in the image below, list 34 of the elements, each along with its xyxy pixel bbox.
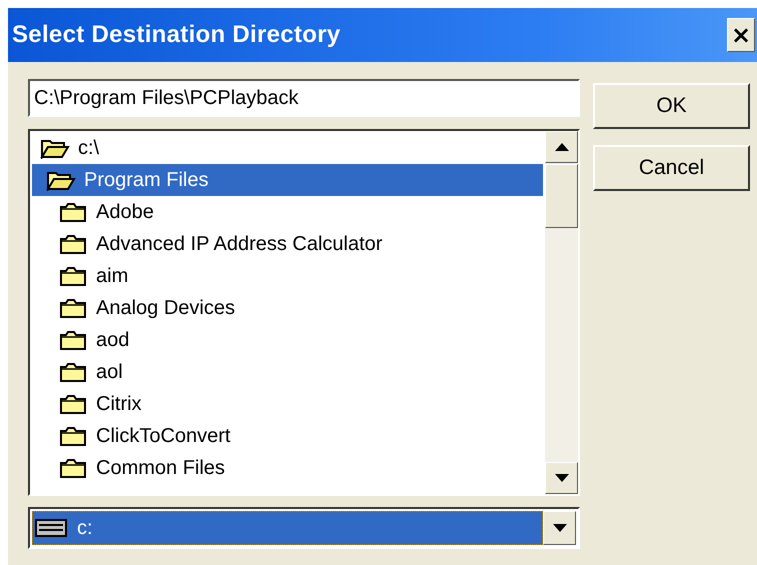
close-button[interactable]: × bbox=[727, 18, 755, 52]
folder-icon bbox=[58, 425, 88, 447]
folder-icon bbox=[58, 201, 88, 223]
drive-dropdown[interactable]: c: bbox=[28, 507, 580, 549]
open-folder-icon bbox=[40, 137, 70, 159]
path-field[interactable]: C:\Program Files\PCPlayback bbox=[28, 79, 580, 117]
folder-row[interactable]: Common Files bbox=[32, 452, 543, 484]
scroll-up-icon[interactable] bbox=[545, 131, 578, 163]
folder-icon bbox=[58, 233, 88, 255]
folder-row[interactable]: aim bbox=[32, 260, 543, 292]
scrollbar[interactable] bbox=[545, 131, 578, 494]
folder-icon bbox=[58, 297, 88, 319]
scroll-thumb[interactable] bbox=[545, 164, 578, 228]
dialog-button[interactable]: Cancel bbox=[593, 145, 750, 191]
drive-icon bbox=[35, 518, 67, 538]
drive-label: c: bbox=[77, 516, 93, 540]
folder-row[interactable]: Analog Devices bbox=[32, 292, 543, 324]
scroll-down-icon[interactable] bbox=[545, 462, 578, 494]
open-folder-icon bbox=[46, 169, 76, 191]
folder-icon bbox=[58, 329, 88, 351]
folder-icon bbox=[58, 393, 88, 415]
folder-row[interactable]: c:\ bbox=[32, 132, 543, 164]
folder-row[interactable]: Citrix bbox=[32, 388, 543, 420]
window-title: Select Destination Directory bbox=[12, 21, 340, 49]
folder-row[interactable]: aol bbox=[32, 356, 543, 388]
dialog-button[interactable]: OK bbox=[593, 83, 750, 129]
folder-icon bbox=[58, 457, 88, 479]
folder-row[interactable]: Adobe bbox=[32, 196, 543, 228]
folder-row[interactable]: Program Files bbox=[32, 164, 543, 196]
folder-row[interactable]: Advanced IP Address Calculator bbox=[32, 228, 543, 260]
folder-icon bbox=[58, 265, 88, 287]
folder-row[interactable]: aod bbox=[32, 324, 543, 356]
folder-row[interactable]: ClickToConvert bbox=[32, 420, 543, 452]
folder-icon bbox=[58, 361, 88, 383]
